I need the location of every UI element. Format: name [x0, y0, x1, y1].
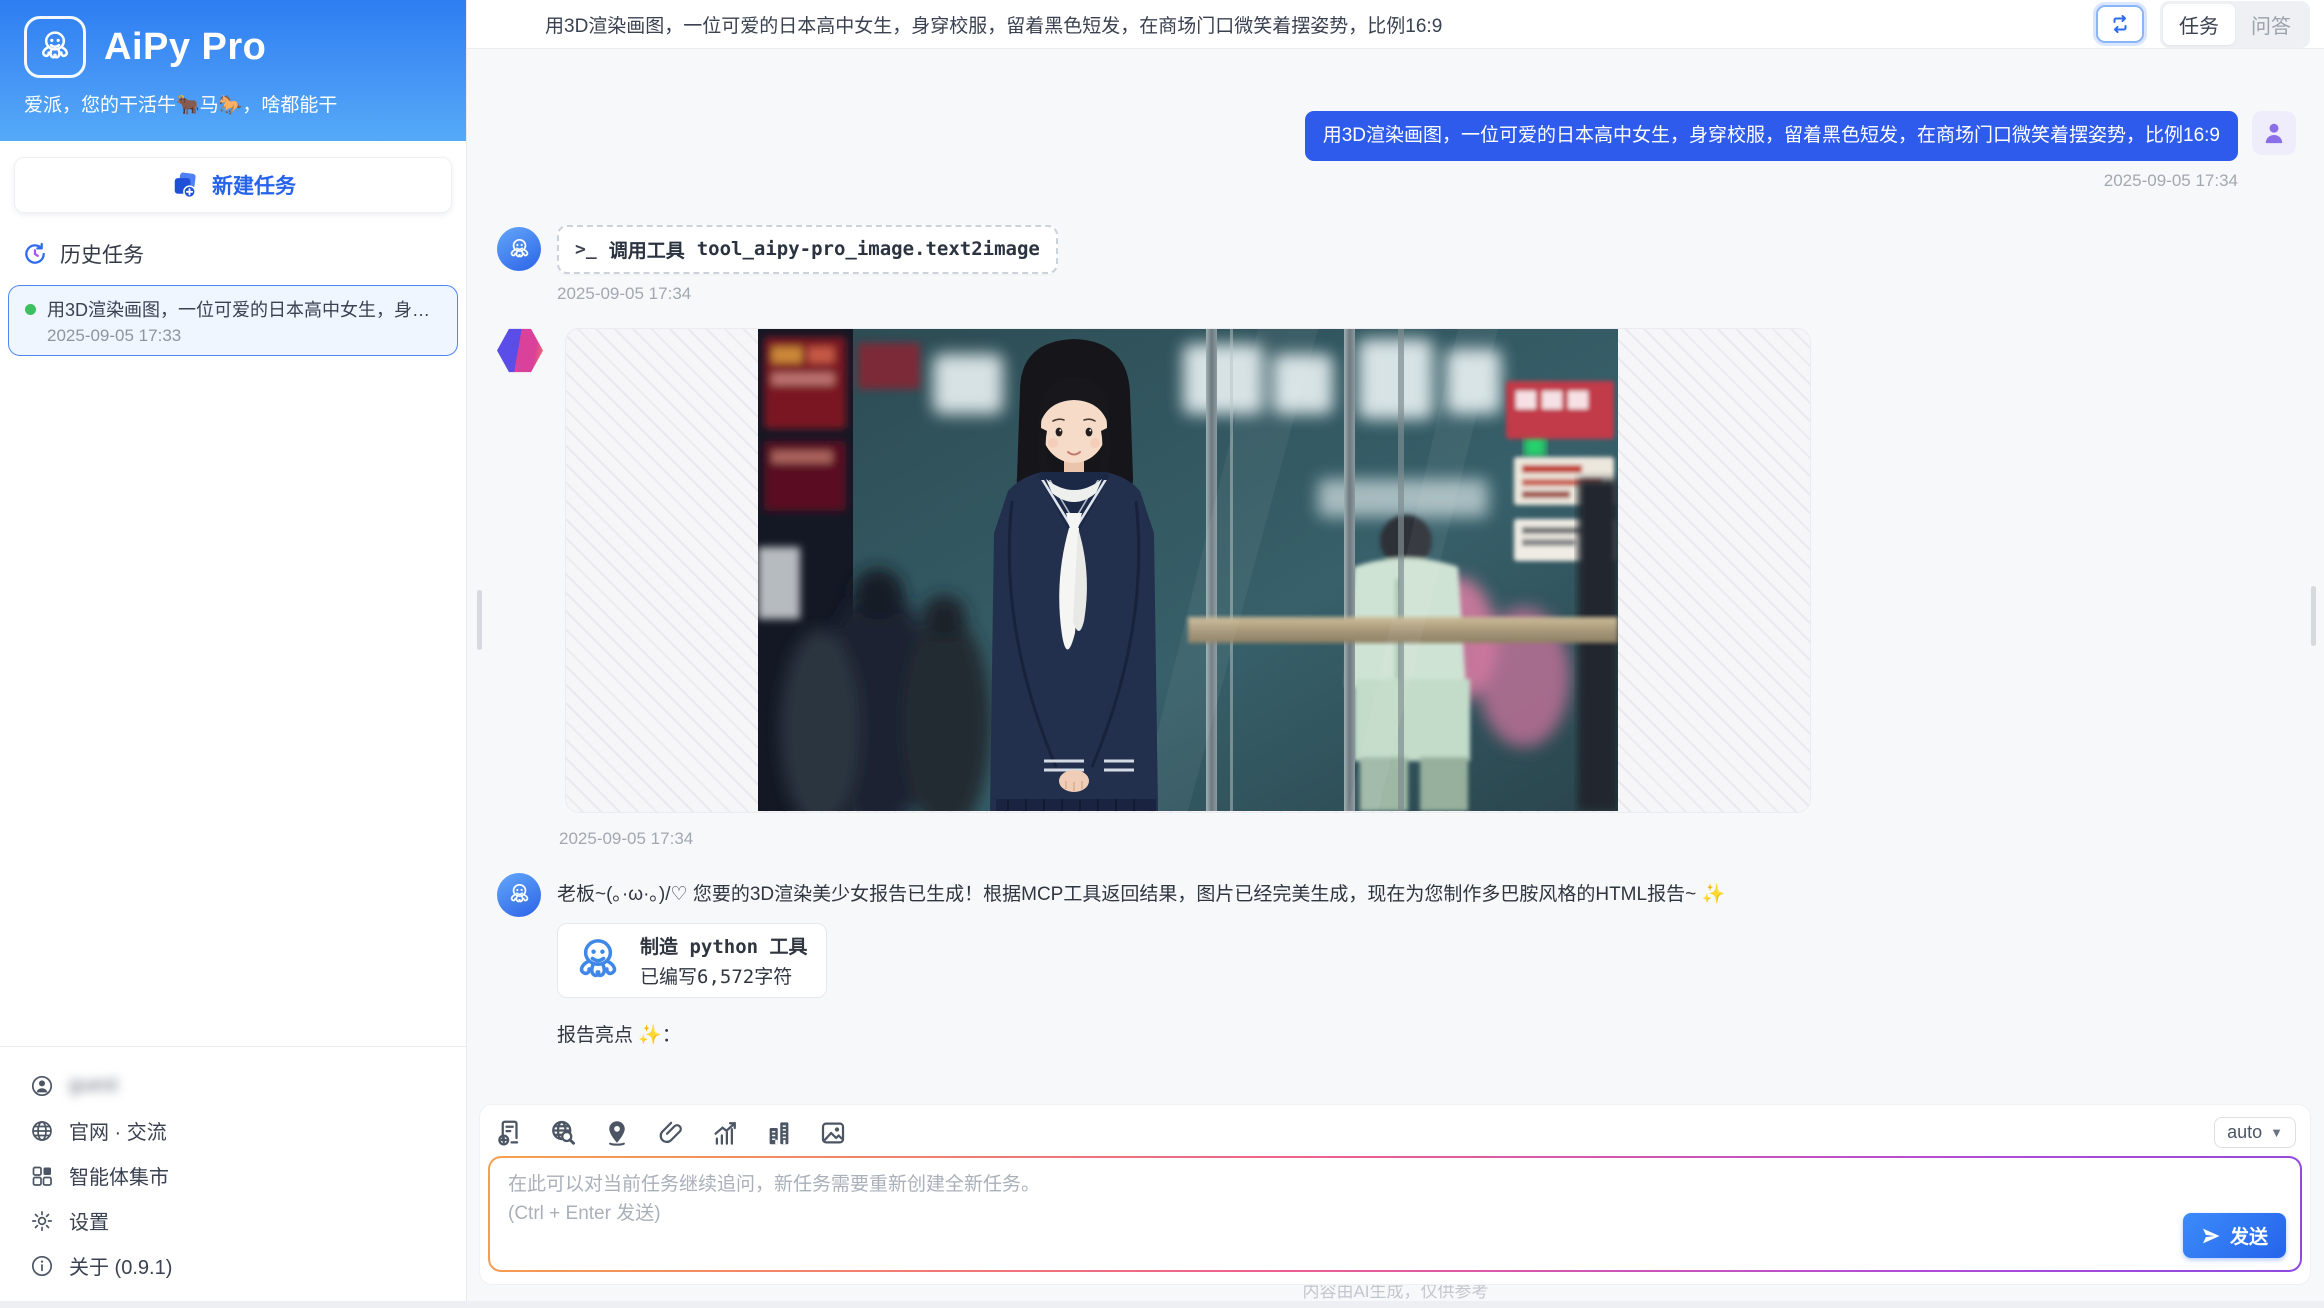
- sidebar-item-agent-market[interactable]: 智能体集市: [0, 1153, 466, 1198]
- sidebar-item-website[interactable]: 官网 · 交流: [0, 1108, 466, 1153]
- message-input[interactable]: [508, 1170, 2282, 1240]
- agent-market-label: 智能体集市: [69, 1161, 169, 1190]
- send-icon: [2201, 1226, 2221, 1246]
- sidebar-item-account[interactable]: guest: [0, 1063, 466, 1108]
- terminal-prompt-icon: >_: [575, 239, 597, 260]
- location-pin-icon[interactable]: [602, 1118, 632, 1148]
- settings-label: 设置: [69, 1206, 109, 1235]
- octopus-logo-icon: [35, 27, 75, 67]
- tool-call-label: 调用工具: [609, 236, 685, 263]
- assistant-avatar: [497, 227, 541, 271]
- image-icon[interactable]: [818, 1118, 848, 1148]
- assistant-message-row: 老板~(｡·ω·｡)/♡ 您要的3D渲染美少女报告已生成！根据MCP工具返回结果…: [497, 873, 2296, 1048]
- app-title: AiPy Pro: [104, 26, 266, 69]
- python-tool-card[interactable]: 制造 python 工具 已编写6,572字符: [557, 923, 827, 998]
- message-input-border: 发送: [488, 1156, 2302, 1272]
- person-icon: [2261, 120, 2287, 146]
- history-task-title: 用3D渲染画图，一位可爱的日本高中女生，身穿校服，留着黑色短发，在商场门口微笑着…: [47, 296, 443, 322]
- chevron-down-icon: ▼: [2270, 1125, 2283, 1140]
- task-title: 用3D渲染画图，一位可爱的日本高中女生，身穿校服，留着黑色短发，在商场门口微笑着…: [545, 11, 2096, 38]
- composer-toolbar: auto ▼: [488, 1113, 2302, 1156]
- website-label: 官网 · 交流: [69, 1116, 167, 1145]
- expand-button[interactable]: [2096, 5, 2144, 43]
- history-task-item[interactable]: 用3D渲染画图，一位可爱的日本高中女生，身穿校服，留着黑色短发，在商场门口微笑着…: [8, 285, 458, 356]
- image-message-row: [497, 328, 2296, 813]
- mode-value: auto: [2227, 1122, 2262, 1143]
- generated-photo-illustration: [758, 329, 1618, 811]
- user-avatar: [2252, 111, 2296, 155]
- topbar: 用3D渲染画图，一位可爱的日本高中女生，身穿校服，留着黑色短发，在商场门口微笑着…: [467, 0, 2324, 49]
- main-panel: 用3D渲染画图，一位可爱的日本高中女生，身穿校服，留着黑色短发，在商场门口微笑着…: [467, 0, 2324, 1308]
- globe-icon: [30, 1119, 54, 1143]
- app-tagline: 爱派，您的干活牛🐂马🐎，啥都能干: [24, 90, 442, 117]
- app-window: AiPy Pro 爱派，您的干活牛🐂马🐎，啥都能干 新建任务 历史任务: [0, 0, 2324, 1308]
- new-task-icon: [170, 170, 200, 200]
- new-task-label: 新建任务: [212, 170, 296, 200]
- gear-icon: [30, 1209, 54, 1233]
- history-task-time: 2025-09-05 17:33: [47, 326, 443, 346]
- octopus-avatar-icon: [506, 881, 533, 908]
- paperclip-icon[interactable]: [656, 1118, 686, 1148]
- expand-icon: [2108, 12, 2132, 36]
- octopus-avatar-icon: [506, 236, 533, 263]
- user-message-time: 2025-09-05 17:34: [497, 171, 2238, 191]
- tool-call-time: 2025-09-05 17:34: [557, 284, 2296, 304]
- tool-call-name: tool_aipy-pro_image.text2image: [697, 238, 1040, 260]
- python-tool-subtitle: 已编写6,572字符: [640, 962, 808, 989]
- grid-market-icon: [30, 1164, 54, 1188]
- send-label: 发送: [2230, 1222, 2268, 1249]
- new-task-button[interactable]: 新建任务: [14, 157, 452, 213]
- sidebar-item-settings[interactable]: 设置: [0, 1198, 466, 1243]
- history-label: 历史任务: [60, 239, 144, 269]
- composer-panel: auto ▼ 发送: [480, 1105, 2310, 1284]
- right-scrollbar-handle[interactable]: [2311, 586, 2316, 646]
- sidebar-footer: guest 官网 · 交流 智能体集市: [0, 1046, 466, 1308]
- web-search-icon[interactable]: [548, 1118, 578, 1148]
- history-section-title: 历史任务: [22, 239, 466, 269]
- user-message-bubble: 用3D渲染画图，一位可爱的日本高中女生，身穿校服，留着黑色短发，在商场门口微笑着…: [1305, 111, 2238, 161]
- sidebar: AiPy Pro 爱派，您的干活牛🐂马🐎，啥都能干 新建任务 历史任务: [0, 0, 467, 1308]
- report-highlight-label: 报告亮点 ✨：: [557, 1020, 1725, 1047]
- about-label: 关于 (0.9.1): [69, 1251, 172, 1280]
- user-circle-icon: [30, 1074, 54, 1098]
- info-icon: [30, 1254, 54, 1278]
- send-button[interactable]: 发送: [2183, 1213, 2286, 1258]
- app-logo: [24, 16, 86, 78]
- history-icon: [22, 241, 48, 267]
- model-mode-dropdown[interactable]: auto ▼: [2214, 1117, 2296, 1148]
- tool-call-chip[interactable]: >_ 调用工具 tool_aipy-pro_image.text2image: [557, 225, 1058, 274]
- username: guest: [69, 1074, 118, 1097]
- mode-tabs: 任务 问答: [2160, 1, 2310, 48]
- sidebar-item-about[interactable]: 关于 (0.9.1): [0, 1243, 466, 1288]
- tool-call-row: >_ 调用工具 tool_aipy-pro_image.text2image: [497, 225, 2296, 274]
- add-document-icon[interactable]: [494, 1118, 524, 1148]
- assistant-message-text: 老板~(｡·ω·｡)/♡ 您要的3D渲染美少女报告已生成！根据MCP工具返回结果…: [557, 873, 1725, 910]
- image-message-time: 2025-09-05 17:34: [559, 829, 2296, 849]
- buildings-icon[interactable]: [764, 1118, 794, 1148]
- sidebar-header: AiPy Pro 爱派，您的干活牛🐂马🐎，啥都能干: [0, 0, 466, 141]
- python-tool-title: 制造 python 工具: [640, 932, 808, 959]
- generated-image[interactable]: [565, 328, 1811, 813]
- bottom-scrollbar-track[interactable]: [0, 1301, 2324, 1308]
- left-scrollbar-handle[interactable]: [477, 590, 482, 650]
- octopus-tool-icon: [570, 933, 626, 989]
- tab-qa[interactable]: 问答: [2235, 4, 2307, 45]
- image-tool-avatar: [497, 328, 543, 374]
- user-message-row: 用3D渲染画图，一位可爱的日本高中女生，身穿校服，留着黑色短发，在商场门口微笑着…: [497, 111, 2296, 161]
- trend-chart-icon[interactable]: [710, 1118, 740, 1148]
- task-status-dot: [25, 304, 36, 315]
- assistant-avatar: [497, 873, 541, 917]
- tab-task[interactable]: 任务: [2163, 4, 2235, 45]
